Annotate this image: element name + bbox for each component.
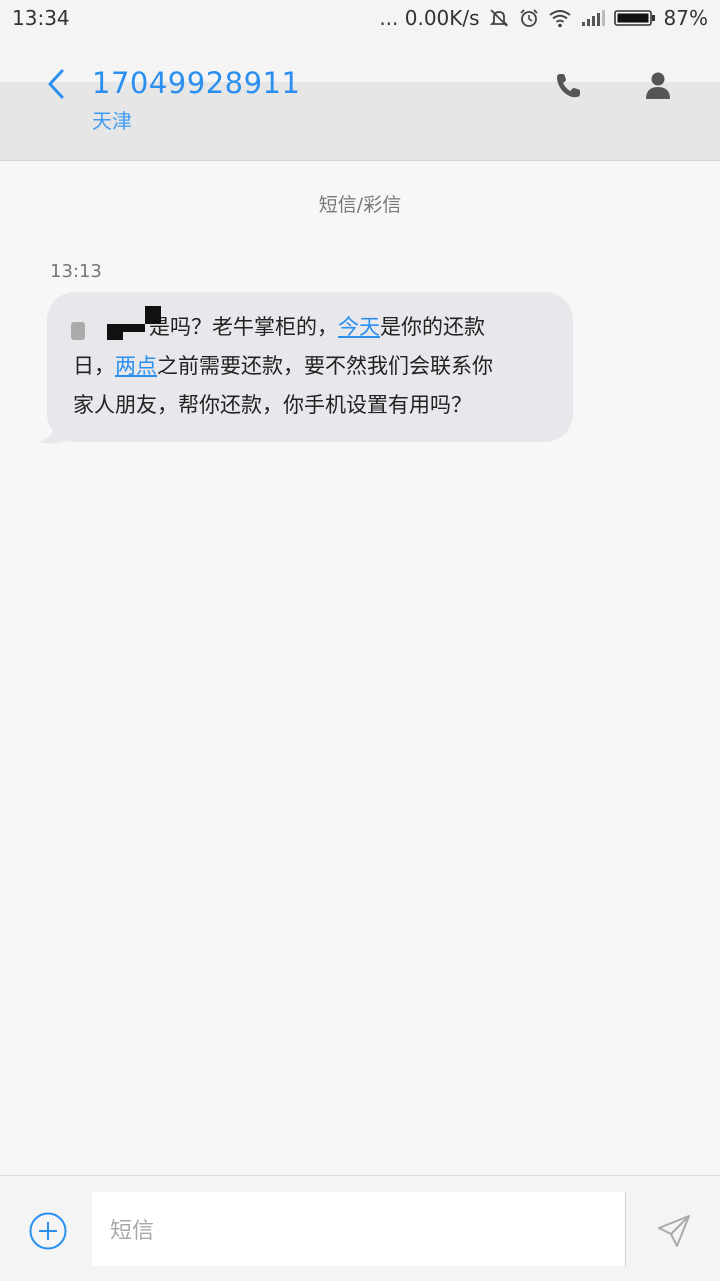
battery-percent: 87% [663, 6, 708, 30]
status-indicators: ... 0.00K/s 87% [379, 6, 708, 30]
message-link-two-oclock[interactable]: 两点 [115, 354, 157, 378]
network-speed: ... 0.00K/s [379, 6, 480, 30]
add-attachment-button[interactable] [28, 1211, 68, 1251]
message-segment: 是你的还款 [380, 315, 485, 339]
redaction-mark [145, 306, 161, 324]
message-bubble[interactable]: 是吗？老牛掌柜的，今天是你的还款日，两点之前需要还款，要不然我们会联系你家人朋友… [47, 292, 573, 442]
message-input-placeholder: 短信 [110, 1219, 155, 1244]
call-button[interactable] [548, 66, 588, 106]
contact-profile-button[interactable] [638, 66, 678, 106]
message-timestamp: 13:13 [50, 261, 102, 282]
composer-bar: 短信 [0, 1175, 720, 1281]
phone-icon [557, 74, 580, 98]
message-input[interactable]: 短信 [92, 1192, 626, 1266]
contact-location: 天津 [92, 109, 132, 133]
mute-icon [488, 7, 510, 29]
signal-icon [580, 8, 606, 28]
contact-number: 17049928911 [92, 66, 301, 100]
add-icon [29, 1212, 67, 1250]
redaction-mark [107, 324, 123, 340]
redaction-mark [123, 324, 145, 332]
message-segment: 家人朋友，帮你还款，你手机设置有用吗？ [73, 393, 472, 417]
send-button[interactable] [652, 1209, 696, 1253]
message-segment: 之前需要还款，要不然我们会联系你 [157, 354, 493, 378]
message-link-today[interactable]: 今天 [338, 315, 380, 339]
battery-icon [613, 8, 656, 28]
status-time: 13:34 [12, 6, 70, 30]
status-bar: 13:34 ... 0.00K/s 87% [0, 0, 720, 38]
person-icon [646, 72, 670, 99]
message-segment: 日， [73, 354, 115, 378]
back-button[interactable] [36, 64, 76, 104]
back-icon [48, 69, 64, 99]
send-icon [658, 1215, 690, 1247]
wifi-icon [548, 8, 572, 28]
redaction-mark [71, 322, 85, 340]
alarm-icon [518, 7, 540, 29]
message-segment: 是吗？老牛掌柜的， [149, 315, 338, 339]
thread-type-label: 短信/彩信 [318, 194, 402, 216]
conversation-header: 17049928911 天津 [0, 38, 720, 161]
